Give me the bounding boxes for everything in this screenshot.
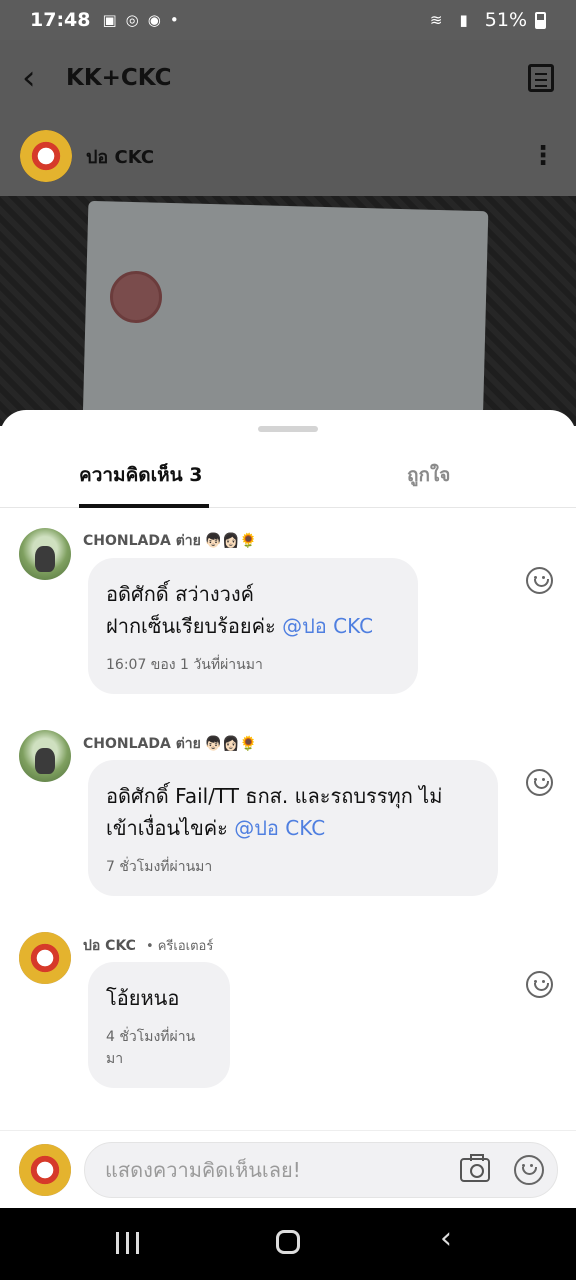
back-arrow-icon[interactable]: ‹ — [22, 58, 66, 98]
dot-icon: • — [169, 11, 179, 29]
smile-icon[interactable] — [514, 1155, 544, 1185]
post-author-avatar[interactable] — [20, 130, 72, 182]
kebab-icon[interactable]: ⋮ — [530, 143, 556, 169]
tab-indicator — [79, 504, 209, 508]
camera-icon[interactable] — [460, 1154, 490, 1182]
tab-bar: ความคิดเห็น 3 ถูกใจ — [0, 450, 576, 508]
nav-back-icon[interactable]: ‹ — [440, 1224, 452, 1254]
post-author-name[interactable]: ปอ CKC — [86, 142, 154, 171]
post-header: ปอ CKC ⋮ — [0, 116, 576, 196]
battery-text: 51% — [484, 9, 527, 31]
line-icon: ◉ — [147, 11, 161, 29]
system-nav-bar: ‹ — [0, 1208, 576, 1280]
smile-icon[interactable] — [526, 567, 553, 594]
comment-author[interactable]: CHONLADA ต่าย 👦🏻👩🏻🌻 — [83, 733, 257, 755]
note-icon[interactable] — [528, 64, 554, 92]
status-right: ≋ ▮ 51% — [430, 9, 546, 31]
tab-comments[interactable]: ความคิดเห็น 3 — [79, 460, 202, 490]
smile-icon[interactable] — [526, 971, 553, 998]
comment-author-name: CHONLADA ต่าย — [83, 736, 201, 752]
notification-icon: ▣ — [102, 11, 117, 29]
tab-likes[interactable]: ถูกใจ — [407, 460, 450, 490]
home-icon[interactable] — [276, 1230, 300, 1254]
comment-text: โอ้ยหนอ — [106, 986, 180, 1010]
app-bar: ‹ KK+CKC — [0, 40, 576, 116]
comment-input[interactable] — [105, 1158, 455, 1182]
post-photo — [0, 196, 576, 426]
comment-time: 16:07 ของ 1 วันที่ผ่านมา — [106, 657, 263, 673]
creator-badge: • ครีเอเตอร์ — [145, 939, 214, 954]
signal-icon: ▮ — [459, 11, 468, 29]
comment-avatar[interactable] — [19, 528, 71, 580]
mention-link[interactable]: @ปอ CKC — [234, 816, 325, 840]
comment-time: 4 ชั่วโมงที่ผ่านมา — [106, 1029, 196, 1067]
comment-author-name: CHONLADA ต่าย — [83, 533, 201, 549]
app-title: KK+CKC — [66, 65, 172, 91]
comment-avatar[interactable] — [19, 932, 71, 984]
comment-time: 7 ชั่วโมงที่ผ่านมา — [106, 859, 213, 875]
comment-author[interactable]: CHONLADA ต่าย 👦🏻👩🏻🌻 — [83, 530, 257, 552]
comment-author-emoji: 👦🏻👩🏻🌻 — [204, 533, 258, 549]
comment-author-emoji: 👦🏻👩🏻🌻 — [204, 736, 258, 752]
comment-author[interactable]: ปอ CKC • ครีเอเตอร์ — [83, 935, 213, 957]
smile-icon[interactable] — [526, 769, 553, 796]
stamp-image — [110, 271, 162, 323]
comment-bubble[interactable]: อดิศักดิ์ Fail/TT ธกส. และรถบรรทุก ไม่ เ… — [88, 760, 498, 896]
comment-text: อดิศักดิ์ สว่างวงค์ ฝากเซ็นเรียบร้อยค่ะ … — [106, 582, 374, 638]
mention-link[interactable]: @ปอ CKC — [282, 614, 373, 638]
my-avatar — [19, 1144, 71, 1196]
chrome-icon: ◎ — [125, 11, 139, 29]
comment-text: อดิศักดิ์ Fail/TT ธกส. และรถบรรทุก ไม่ เ… — [106, 784, 443, 840]
sheet-handle[interactable] — [258, 426, 318, 432]
comment-bubble[interactable]: อดิศักดิ์ สว่างวงค์ ฝากเซ็นเรียบร้อยค่ะ … — [88, 558, 418, 694]
status-time: 17:48 — [30, 9, 91, 31]
comment-avatar[interactable] — [19, 730, 71, 782]
wifi-icon: ≋ — [429, 11, 443, 29]
status-bar: 17:48 ▣ ◎ ◉ • ≋ ▮ 51% — [0, 0, 576, 40]
battery-icon — [535, 11, 546, 29]
comment-bubble[interactable]: โอ้ยหนอ 4 ชั่วโมงที่ผ่านมา — [88, 962, 230, 1088]
recent-apps-icon[interactable] — [116, 1232, 140, 1254]
comment-author-name: ปอ CKC — [83, 938, 136, 954]
